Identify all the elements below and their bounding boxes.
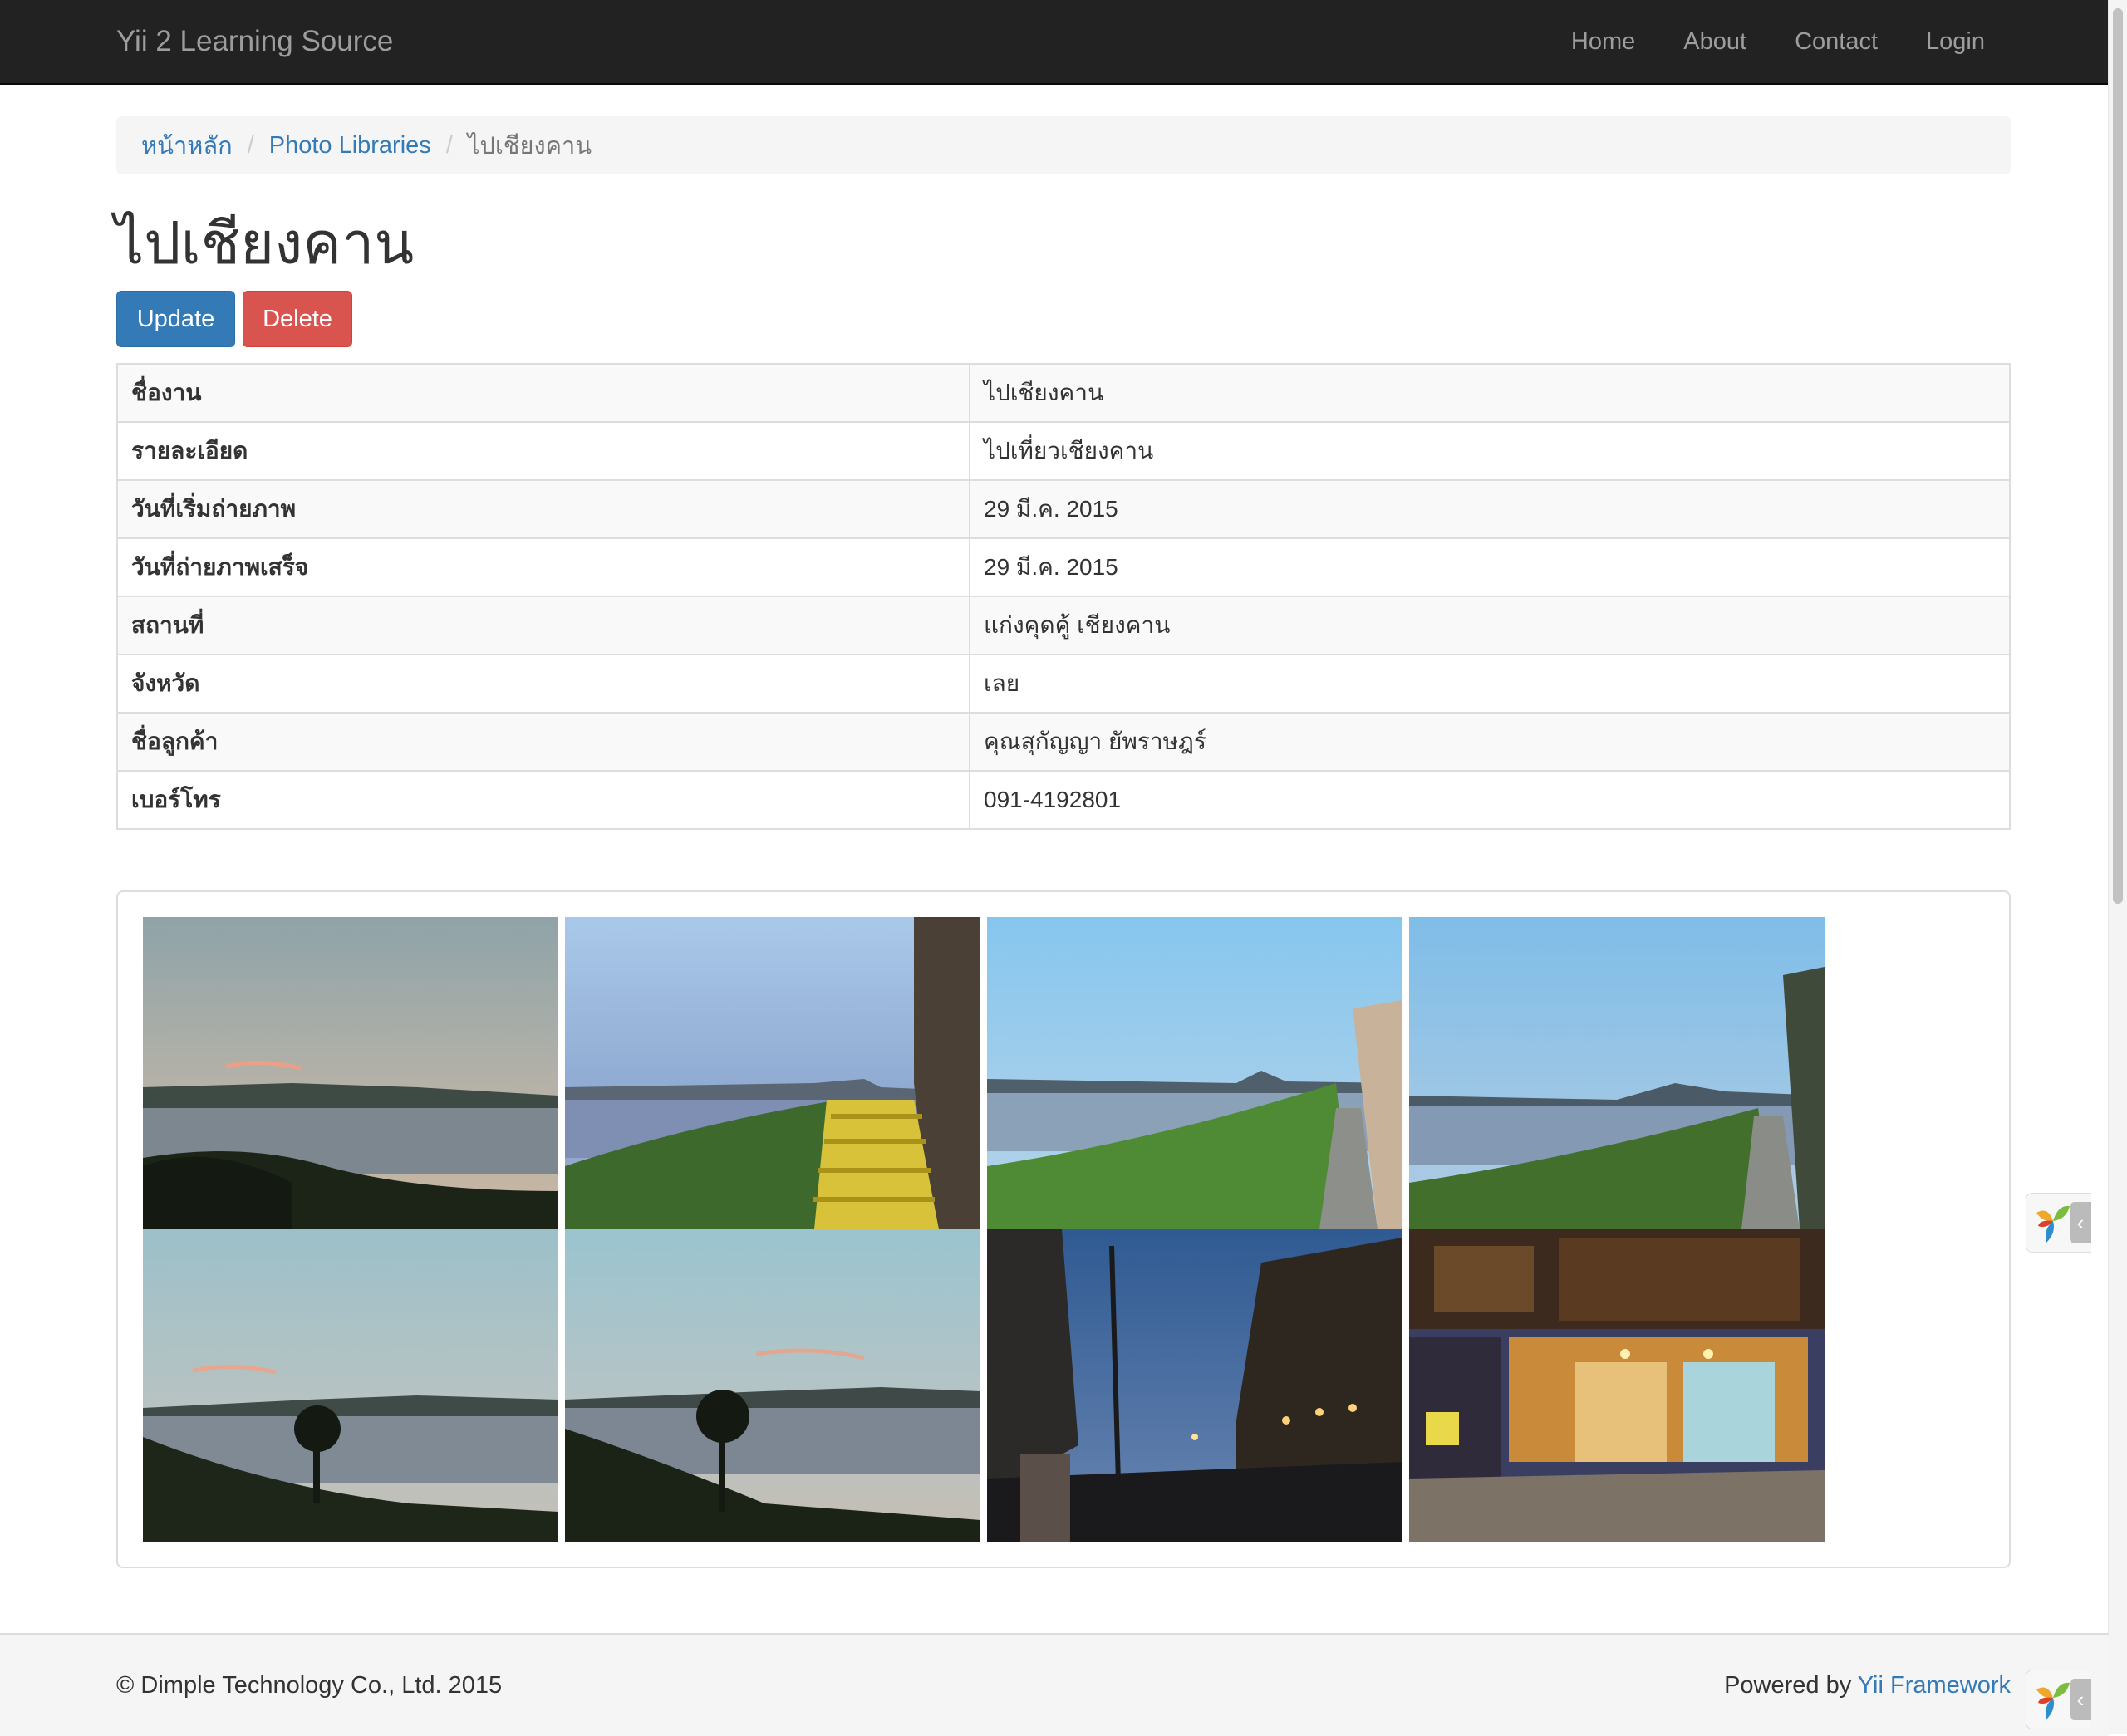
row-value: 091-4192801 xyxy=(969,770,2011,830)
breadcrumb-current: ไปเชียงคาน xyxy=(467,133,592,159)
table-row: เบอร์โทร 091-4192801 xyxy=(116,770,2011,830)
breadcrumb: หน้าหลัก / Photo Libraries / ไปเชียงคาน xyxy=(116,116,2011,174)
footer-copyright: © Dimple Technology Co., Ltd. 2015 xyxy=(116,1672,503,1699)
breadcrumb-home[interactable]: หน้าหลัก xyxy=(141,126,233,164)
gallery-photo[interactable] xyxy=(143,917,558,1229)
scrollbar-thumb[interactable] xyxy=(2113,8,2123,904)
table-row: ชื่อลูกค้า คุณสุกัญญา ยัพราษฎร์ xyxy=(116,712,2011,772)
gallery-photo[interactable] xyxy=(987,1229,1402,1542)
nav-contact[interactable]: Contact xyxy=(1771,0,1902,83)
row-label: วันที่เริ่มถ่ายภาพ xyxy=(116,479,970,539)
table-row: วันที่เริ่มถ่ายภาพ 29 มี.ค. 2015 xyxy=(116,479,2011,539)
row-value: 29 มี.ค. 2015 xyxy=(969,537,2011,597)
update-button[interactable]: Update xyxy=(116,291,235,347)
table-row: สถานที่ แก่งคุดคู้ เชียงคาน xyxy=(116,596,2011,655)
footer-powered-by: Powered by Yii Framework xyxy=(1724,1635,2011,1736)
row-label: จังหวัด xyxy=(116,654,970,714)
footer: © Dimple Technology Co., Ltd. 2015 Power… xyxy=(0,1633,2109,1736)
debug-toolbar-tab[interactable]: ‹ xyxy=(2026,1670,2091,1729)
gallery-photo[interactable] xyxy=(565,917,980,1229)
row-label: ชื่อลูกค้า xyxy=(116,712,970,772)
nav-login[interactable]: Login xyxy=(1902,0,2009,83)
scrollbar[interactable] xyxy=(2108,0,2127,1734)
gallery-photo[interactable] xyxy=(143,1229,558,1542)
breadcrumb-separator: / xyxy=(445,131,453,159)
table-row: รายละเอียด ไปเที่ยวเชียงคาน xyxy=(116,421,2011,481)
row-value: ไปเที่ยวเชียงคาน xyxy=(969,421,2011,481)
detail-table: ชื่องาน ไปเชียงคาน รายละเอียด ไปเที่ยวเช… xyxy=(116,363,2011,830)
debug-toolbar-tab[interactable]: ‹ xyxy=(2026,1193,2091,1253)
chevron-left-icon[interactable]: ‹ xyxy=(2070,1202,2091,1243)
gallery-photo[interactable] xyxy=(565,1229,980,1542)
brand-link[interactable]: Yii 2 Learning Source xyxy=(116,0,393,83)
navbar: Yii 2 Learning Source Home About Contact… xyxy=(0,0,2109,85)
row-value: แก่งคุดคู้ เชียงคาน xyxy=(969,596,2011,655)
table-row: ชื่องาน ไปเชียงคาน xyxy=(116,363,2011,423)
gallery-photo[interactable] xyxy=(1409,1229,1825,1542)
row-label: วันที่ถ่ายภาพเสร็จ xyxy=(116,537,970,597)
row-label: รายละเอียด xyxy=(116,421,970,481)
row-value: 29 มี.ค. 2015 xyxy=(969,479,2011,539)
table-row: วันที่ถ่ายภาพเสร็จ 29 มี.ค. 2015 xyxy=(116,537,2011,597)
page-title: ไปเชียงคาน xyxy=(115,211,415,276)
row-label: เบอร์โทร xyxy=(116,770,970,830)
row-value: เลย xyxy=(969,654,2011,714)
gallery-photo[interactable] xyxy=(1409,917,1825,1229)
photo-gallery xyxy=(116,890,2011,1568)
nav-menu: Home About Contact Login xyxy=(1547,0,2009,83)
breadcrumb-separator: / xyxy=(247,131,254,159)
breadcrumb-photo-libraries[interactable]: Photo Libraries xyxy=(269,132,431,159)
yii-framework-link[interactable]: Yii Framework xyxy=(1858,1672,2011,1699)
row-label: ชื่องาน xyxy=(116,363,970,423)
nav-home[interactable]: Home xyxy=(1547,0,1659,83)
row-value: ไปเชียงคาน xyxy=(969,363,2011,423)
delete-button[interactable]: Delete xyxy=(243,291,352,347)
row-label: สถานที่ xyxy=(116,596,970,655)
table-row: จังหวัด เลย xyxy=(116,654,2011,714)
yii-logo-icon xyxy=(2036,1682,2070,1719)
nav-about[interactable]: About xyxy=(1659,0,1771,83)
row-value: คุณสุกัญญา ยัพราษฎร์ xyxy=(969,712,2011,772)
gallery-photo[interactable] xyxy=(987,917,1402,1229)
chevron-left-icon[interactable]: ‹ xyxy=(2070,1679,2091,1720)
yii-logo-icon xyxy=(2036,1205,2070,1243)
powered-by-text: Powered by xyxy=(1724,1672,1858,1699)
